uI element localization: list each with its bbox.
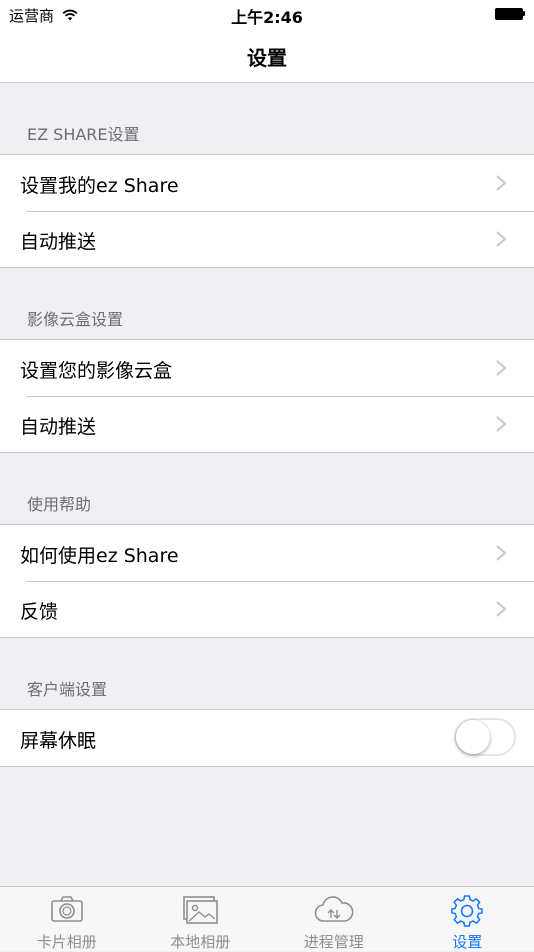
navigation-bar: 设置	[0, 28, 534, 83]
row-setup-cloudbox[interactable]: 设置您的影像云盒	[0, 340, 534, 396]
chevron-right-icon	[494, 545, 508, 561]
row-setup-ezshare[interactable]: 设置我的ez Share	[0, 155, 534, 211]
clock: 上午2:46	[0, 4, 534, 28]
tab-label: 本地相册	[134, 931, 268, 952]
row-screen-sleep: 屏幕休眠	[0, 710, 534, 766]
section-group-help: 如何使用ez Share 反馈	[0, 524, 534, 638]
row-label: 自动推送	[20, 227, 96, 254]
section-header-label: EZ SHARE设置	[27, 121, 140, 145]
row-auto-push-cloudbox[interactable]: 自动推送	[0, 396, 534, 452]
toggle-knob	[456, 720, 490, 754]
chevron-right-icon	[494, 175, 508, 191]
camera-icon	[50, 895, 84, 923]
row-auto-push-ezshare[interactable]: 自动推送	[0, 211, 534, 267]
section-group-cloudbox: 设置您的影像云盒 自动推送	[0, 339, 534, 453]
row-feedback[interactable]: 反馈	[0, 581, 534, 637]
chevron-right-icon	[494, 416, 508, 432]
section-header-label: 使用帮助	[27, 491, 91, 515]
row-label: 反馈	[20, 597, 58, 624]
row-label: 屏幕休眠	[20, 726, 96, 753]
tab-label: 卡片相册	[0, 931, 134, 952]
tab-label: 设置	[401, 931, 534, 952]
section-group-ezshare: 设置我的ez Share 自动推送	[0, 154, 534, 268]
row-label: 如何使用ez Share	[20, 541, 179, 568]
page-title: 设置	[0, 42, 534, 71]
row-label: 设置我的ez Share	[20, 171, 179, 198]
section-header-help: 使用帮助	[0, 453, 534, 524]
tab-bar: 卡片相册 本地相册 进程管理 设置	[0, 886, 534, 951]
row-label: 设置您的影像云盒	[20, 356, 172, 383]
section-header-label: 影像云盒设置	[27, 306, 123, 330]
settings-list: EZ SHARE设置 设置我的ez Share 自动推送 影像云盒设置 设置您的…	[0, 83, 534, 767]
battery-icon	[495, 8, 525, 20]
row-how-to-use[interactable]: 如何使用ez Share	[0, 525, 534, 581]
tab-card-album[interactable]: 卡片相册	[0, 887, 134, 951]
chevron-right-icon	[494, 231, 508, 247]
gear-icon	[450, 895, 484, 927]
chevron-right-icon	[494, 601, 508, 617]
chevron-right-icon	[494, 360, 508, 376]
section-header-ezshare: EZ SHARE设置	[0, 83, 534, 154]
screen-sleep-toggle[interactable]	[454, 718, 516, 756]
status-bar: 运营商 上午2:46	[0, 0, 534, 28]
tab-settings[interactable]: 设置	[401, 887, 534, 951]
section-header-cloudbox: 影像云盒设置	[0, 268, 534, 339]
tab-label: 进程管理	[267, 931, 401, 952]
photos-icon	[182, 895, 218, 925]
cloud-transfer-icon	[314, 895, 354, 925]
tab-process-management[interactable]: 进程管理	[267, 887, 401, 951]
tab-local-album[interactable]: 本地相册	[134, 887, 268, 951]
row-label: 自动推送	[20, 412, 96, 439]
section-header-client: 客户端设置	[0, 638, 534, 709]
section-header-label: 客户端设置	[27, 676, 107, 700]
section-group-client: 屏幕休眠	[0, 709, 534, 767]
